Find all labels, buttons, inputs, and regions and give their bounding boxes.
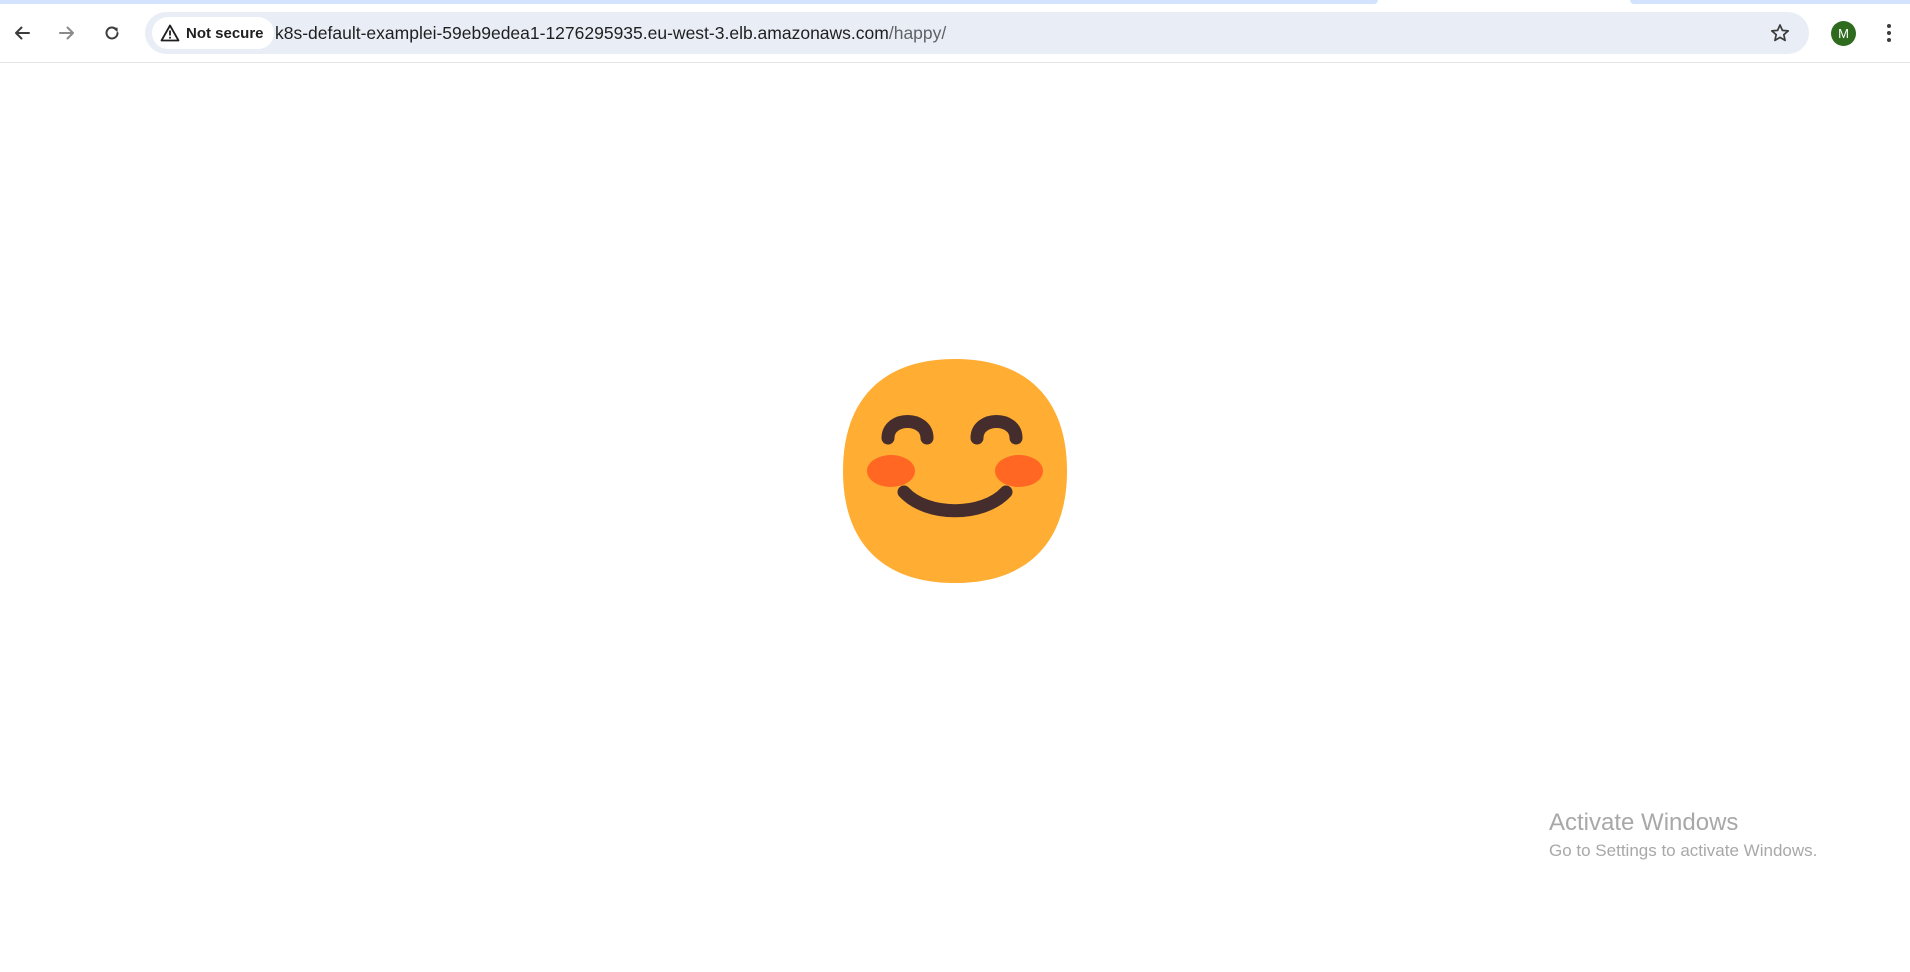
arrow-right-icon <box>59 26 74 40</box>
reload-icon <box>105 26 119 40</box>
url-host: k8s-default-examplei-59eb9edea1-12762959… <box>275 23 889 43</box>
bookmark-star-button[interactable] <box>1765 18 1795 48</box>
watermark-subtitle: Go to Settings to activate Windows. <box>1549 841 1818 860</box>
warning-triangle-icon <box>160 24 180 42</box>
url-path: /happy/ <box>888 23 947 43</box>
profile-avatar[interactable]: M <box>1831 21 1856 46</box>
address-bar[interactable]: Not secure k8s-default-examplei-59eb9ede… <box>145 12 1809 54</box>
forward-button[interactable] <box>49 15 85 51</box>
url-text[interactable]: k8s-default-examplei-59eb9edea1-12762959… <box>275 12 946 54</box>
security-indicator[interactable]: Not secure <box>152 17 274 49</box>
smiling-face-emoji <box>843 359 1067 583</box>
star-outline-icon <box>1770 24 1790 42</box>
reload-button[interactable] <box>94 15 130 51</box>
emoji-left-cheek <box>867 455 915 487</box>
windows-activation-watermark: Activate Windows Go to Settings to activ… <box>1549 808 1817 862</box>
back-button[interactable] <box>4 15 40 51</box>
browser-menu-button[interactable] <box>1873 15 1905 51</box>
kebab-menu-icon <box>1887 24 1891 42</box>
browser-toolbar: Not secure k8s-default-examplei-59eb9ede… <box>0 4 1910 63</box>
security-label: Not secure <box>186 24 264 42</box>
watermark-title: Activate Windows <box>1549 809 1739 836</box>
emoji-right-cheek <box>995 455 1043 487</box>
arrow-left-icon <box>15 26 30 40</box>
